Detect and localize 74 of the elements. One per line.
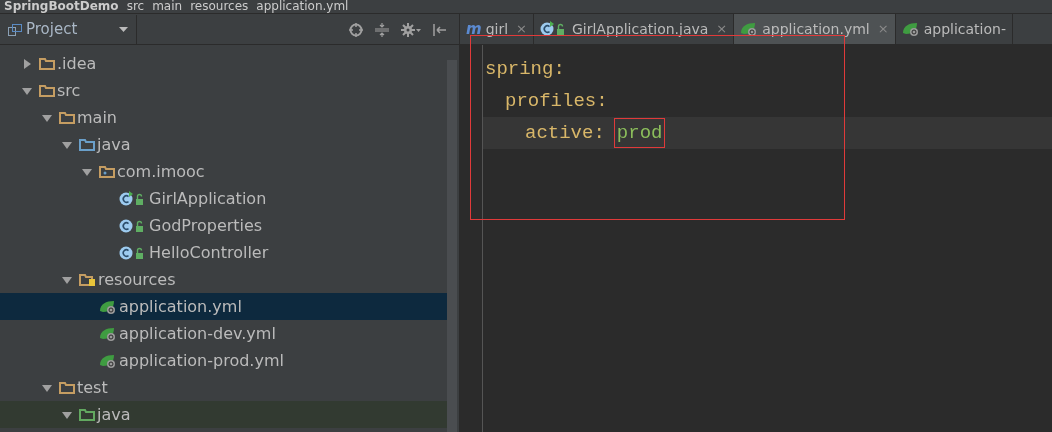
tab-label: girl (485, 19, 509, 39)
yaml-key: active: (525, 118, 605, 148)
close-tab-button[interactable]: × (516, 19, 527, 39)
folder-icon (79, 138, 95, 151)
tree-item-label: src (57, 79, 81, 102)
tree-item-label: GodProperties (149, 214, 263, 237)
expanded-arrow-icon[interactable] (62, 274, 72, 285)
tree-item-label: main (77, 106, 117, 129)
folder-icon (59, 111, 75, 124)
scrollbar[interactable] (447, 60, 457, 432)
folder-icon (59, 381, 75, 394)
tree-item[interactable]: resources (0, 266, 447, 293)
hide-panel-icon[interactable] (433, 22, 447, 37)
yaml-key: profiles: (505, 86, 608, 116)
close-tab-button[interactable]: × (716, 19, 728, 39)
breadcrumb-item[interactable]: src (126, 0, 145, 13)
tree-item[interactable]: com.imooc (0, 158, 447, 185)
tab-label: GirlApplication.java (571, 19, 709, 39)
yaml-key: spring: (485, 54, 565, 84)
tree-item-label: application.yml (119, 295, 242, 318)
tree-item[interactable]: test (0, 374, 447, 401)
breadcrumb-item[interactable]: SpringBootDemo (4, 0, 119, 13)
expanded-arrow-icon[interactable] (62, 409, 72, 420)
resources-folder-icon (79, 272, 96, 287)
tree-item-label: test (77, 376, 108, 399)
tree-item-label: application-dev.yml (119, 322, 276, 345)
tab-label: application- (923, 19, 1006, 39)
tree-item-label: java (97, 403, 131, 426)
leaf-icon (99, 325, 117, 342)
tree-item[interactable]: java (0, 401, 447, 428)
breadcrumb-item[interactable]: resources (190, 0, 249, 13)
leaf-icon (99, 298, 117, 315)
tree-item[interactable]: HelloController (0, 239, 447, 266)
locate-icon[interactable] (349, 22, 363, 37)
expanded-arrow-icon[interactable] (62, 139, 72, 150)
tab-label: application.yml (762, 19, 870, 39)
breadcrumb-item[interactable]: application.yml (256, 0, 349, 13)
settings-icon[interactable] (401, 22, 421, 37)
dropdown-caret-icon[interactable] (119, 27, 128, 32)
folder-icon (39, 84, 55, 97)
leaf-icon (740, 21, 759, 37)
tree-item[interactable]: main (0, 104, 447, 131)
expanded-arrow-icon[interactable] (82, 166, 92, 177)
folder-icon (39, 57, 55, 70)
project-view-selector[interactable]: Project (26, 18, 115, 41)
expanded-arrow-icon[interactable] (42, 382, 52, 393)
tree-item-label: application-prod.yml (119, 349, 284, 372)
tree-item[interactable]: application.yml (0, 293, 447, 320)
tree-item-label: resources (98, 268, 176, 291)
collapse-all-icon[interactable] (375, 22, 389, 37)
maven-icon: m (466, 21, 482, 37)
tree-item-label: GirlApplication (149, 187, 267, 210)
breadcrumb-item[interactable]: main (152, 0, 183, 13)
tree-item-label: com.imooc (117, 160, 205, 183)
leaf-icon (901, 21, 920, 37)
folder-icon (79, 408, 95, 421)
yaml-value: prod (614, 118, 665, 148)
tree-item-label: .idea (57, 52, 97, 75)
expanded-arrow-icon[interactable] (42, 112, 52, 123)
tree-item[interactable]: GodProperties (0, 212, 447, 239)
tree-item[interactable]: java (0, 131, 447, 158)
tree-item[interactable]: GirlApplication (0, 185, 447, 212)
leaf-icon (99, 352, 117, 369)
editor-tab[interactable]: application.yml × (734, 14, 896, 44)
tree-item-label: HelloController (149, 241, 269, 264)
expanded-arrow-icon[interactable] (22, 85, 32, 96)
package-icon (99, 165, 115, 178)
collapsed-arrow-icon[interactable] (22, 58, 32, 69)
tree-item[interactable]: application-prod.yml (0, 347, 447, 374)
tree-item[interactable]: application-dev.yml (0, 320, 447, 347)
tree-item-label: java (97, 133, 131, 156)
tree-item[interactable]: src (0, 77, 447, 104)
project-icon (8, 23, 22, 36)
tree-item[interactable]: .idea (0, 50, 447, 77)
